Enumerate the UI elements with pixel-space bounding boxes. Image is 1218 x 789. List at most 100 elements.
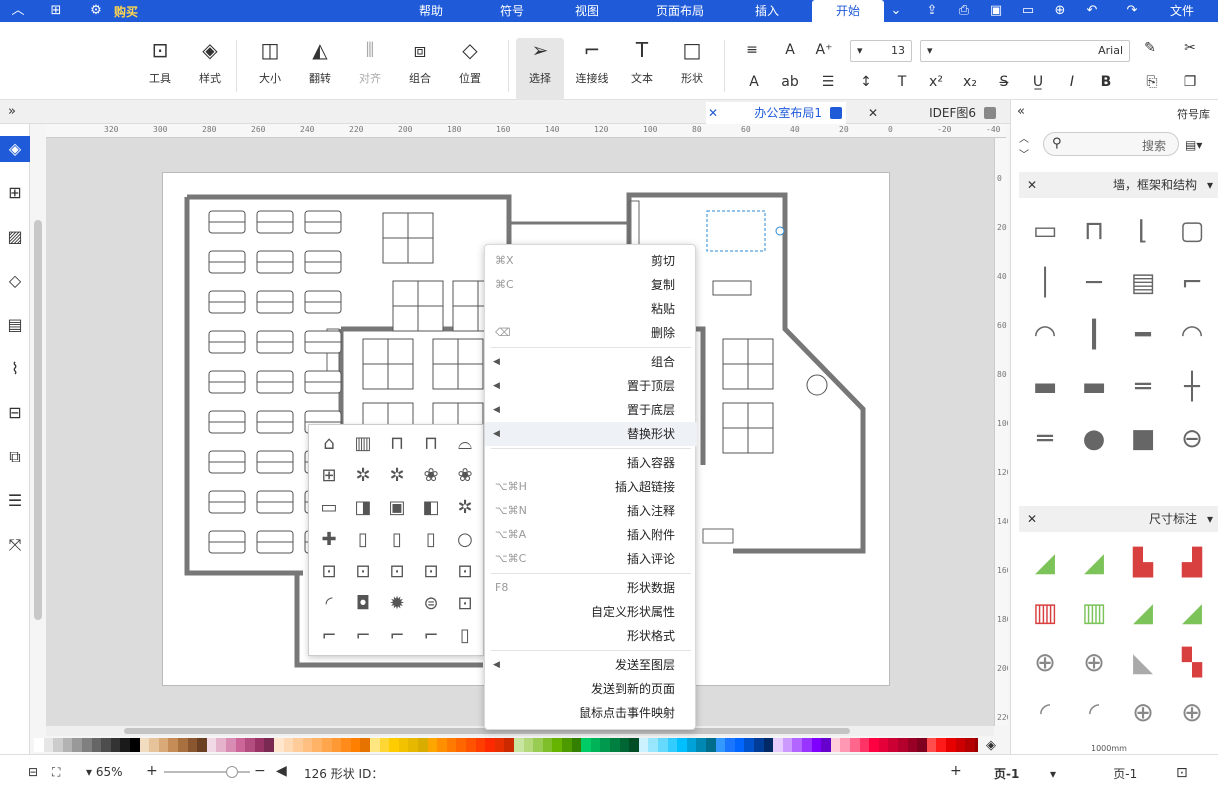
color-swatch[interactable] xyxy=(456,738,467,752)
replacement-shape-icon[interactable]: ⊞ xyxy=(315,461,343,489)
color-swatch[interactable] xyxy=(715,738,726,752)
dimension-shape-icon[interactable]: ◜ xyxy=(1023,694,1067,732)
color-swatch[interactable] xyxy=(523,738,534,752)
replacement-shape-icon[interactable]: ◨ xyxy=(349,493,377,521)
dimension-shape-icon[interactable]: ⊕ xyxy=(1170,694,1214,732)
replacement-shape-icon[interactable]: ⊡ xyxy=(349,557,377,585)
layout-icon[interactable]: ⊡ xyxy=(1176,765,1188,781)
align-text-icon[interactable]: ≡ xyxy=(742,40,762,60)
chart-tool-icon[interactable]: ⌇ xyxy=(0,356,30,382)
menu-item-mouse_event[interactable]: 鼠标点击事件映射 xyxy=(485,701,697,725)
color-swatch[interactable] xyxy=(600,738,611,752)
dimension-shape-icon[interactable]: ◢ xyxy=(1023,544,1067,582)
color-swatch[interactable] xyxy=(379,738,390,752)
scroll-up-icon[interactable]: ︿ xyxy=(1019,130,1029,145)
rotate-handle[interactable] xyxy=(775,226,785,236)
color-swatch[interactable] xyxy=(658,738,668,752)
strikethrough-icon[interactable]: S̶ xyxy=(994,72,1014,92)
color-swatch[interactable] xyxy=(389,738,400,752)
color-swatch[interactable] xyxy=(878,738,889,752)
tab-office-layout[interactable]: ✕ 办公室布局1 xyxy=(706,102,846,124)
menu-item-group[interactable]: 组合 ◀ xyxy=(485,350,697,374)
close-icon[interactable]: ✕ xyxy=(708,102,718,124)
color-swatch[interactable] xyxy=(245,738,256,752)
close-icon[interactable]: ✕ xyxy=(1027,506,1037,532)
replacement-shape-icon[interactable]: ▯ xyxy=(417,525,445,553)
menu-item-send_back[interactable]: 置于底层 ◀ xyxy=(485,398,697,422)
dimension-shape-icon[interactable]: ⊕ xyxy=(1023,644,1067,682)
apps-grid-icon[interactable]: ⊞ xyxy=(48,3,64,19)
collapse-panel-icon[interactable]: « xyxy=(1017,104,1025,119)
wall-shape-icon[interactable]: ● xyxy=(1072,420,1116,458)
color-swatch[interactable] xyxy=(581,738,592,752)
menu-item-custom_props[interactable]: 自定义形状属性 xyxy=(485,600,697,624)
outline-tool-icon[interactable]: ⧉ xyxy=(0,444,30,470)
color-swatch[interactable] xyxy=(821,738,832,752)
align-button[interactable]: ⫴ 对齐 xyxy=(350,38,390,100)
wall-shape-icon[interactable]: ─ xyxy=(1072,264,1116,302)
italic-icon[interactable]: I xyxy=(1062,72,1082,92)
color-swatch[interactable] xyxy=(974,738,978,752)
chevron-down-icon[interactable]: ⌄ xyxy=(888,3,904,19)
select-button[interactable]: ➢ 选择 xyxy=(516,38,564,100)
color-swatch[interactable] xyxy=(926,738,937,752)
expand-panel-icon[interactable]: » xyxy=(8,104,16,119)
color-swatch[interactable] xyxy=(898,738,908,752)
position-button[interactable]: ◇ 位置 xyxy=(450,38,490,100)
wall-shape-icon[interactable]: ═ xyxy=(1023,420,1067,458)
tab-file[interactable]: 文件 xyxy=(1160,0,1204,22)
font-family-select[interactable]: ▾ Arial xyxy=(920,40,1130,62)
wall-shape-icon[interactable]: ■ xyxy=(1121,420,1165,458)
color-swatch[interactable] xyxy=(446,738,457,752)
color-swatch[interactable] xyxy=(888,738,899,752)
color-swatch[interactable] xyxy=(802,738,812,752)
color-swatch[interactable] xyxy=(302,738,313,752)
subscript-icon[interactable]: x₂ xyxy=(960,72,980,92)
replacement-shape-icon[interactable]: ⌓ xyxy=(451,429,479,457)
menu-item-insert_attachment[interactable]: 插入附件 ⌥⌘A xyxy=(485,523,697,547)
color-swatch[interactable] xyxy=(283,738,294,752)
save-icon[interactable]: ▣ xyxy=(988,3,1004,19)
color-swatch[interactable] xyxy=(638,738,649,752)
color-swatch[interactable] xyxy=(408,738,419,752)
color-swatch[interactable] xyxy=(264,738,275,752)
wall-shape-icon[interactable]: ▤ xyxy=(1121,264,1165,302)
color-swatch[interactable] xyxy=(850,738,860,752)
replacement-shape-icon[interactable]: ✲ xyxy=(383,461,411,489)
color-swatch[interactable] xyxy=(485,738,496,752)
color-swatch[interactable] xyxy=(830,738,841,752)
color-swatch[interactable] xyxy=(629,738,640,752)
text-style-icon[interactable]: T xyxy=(892,72,912,92)
color-swatch[interactable] xyxy=(43,738,54,752)
tab-home[interactable]: 开始 xyxy=(812,0,884,22)
color-swatch[interactable] xyxy=(398,738,409,752)
color-swatch[interactable] xyxy=(552,738,563,752)
zoom-slider-handle[interactable] xyxy=(226,766,238,778)
color-swatch[interactable] xyxy=(754,738,764,752)
dimension-shape-icon[interactable]: ◢ xyxy=(1170,594,1214,632)
color-swatch[interactable] xyxy=(811,738,822,752)
underline-icon[interactable]: U̲ xyxy=(1028,72,1048,92)
text-button[interactable]: T 文本 xyxy=(622,38,662,100)
replacement-shape-icon[interactable]: ✹ xyxy=(383,589,411,617)
color-swatch[interactable] xyxy=(82,738,92,752)
menu-item-bring_front[interactable]: 置于顶层 ◀ xyxy=(485,374,697,398)
color-swatch[interactable] xyxy=(686,738,697,752)
replacement-shape-icon[interactable]: ▯ xyxy=(349,525,377,553)
color-swatch[interactable] xyxy=(235,738,246,752)
color-swatch[interactable] xyxy=(667,738,678,752)
color-swatch[interactable] xyxy=(101,738,112,752)
tab-symbol[interactable]: 符号 xyxy=(490,0,534,22)
page-tab[interactable]: 页-1 xyxy=(994,765,1019,782)
menu-item-insert_container[interactable]: 插入容器 xyxy=(485,451,697,475)
color-swatch[interactable] xyxy=(936,738,947,752)
bold-icon[interactable]: B xyxy=(1096,72,1116,92)
fit-page-icon[interactable]: ⊟ xyxy=(28,765,38,779)
dimension-shape-icon[interactable]: ◣ xyxy=(1121,644,1165,682)
shape-button[interactable]: □ 形状 xyxy=(672,38,712,100)
wall-shape-icon[interactable]: ═ xyxy=(1121,368,1165,406)
menu-item-send_to_layer[interactable]: 发送至图层 ◀ xyxy=(485,653,697,677)
color-swatch[interactable] xyxy=(206,738,217,752)
color-swatch[interactable] xyxy=(792,738,803,752)
color-swatch[interactable] xyxy=(312,738,323,752)
